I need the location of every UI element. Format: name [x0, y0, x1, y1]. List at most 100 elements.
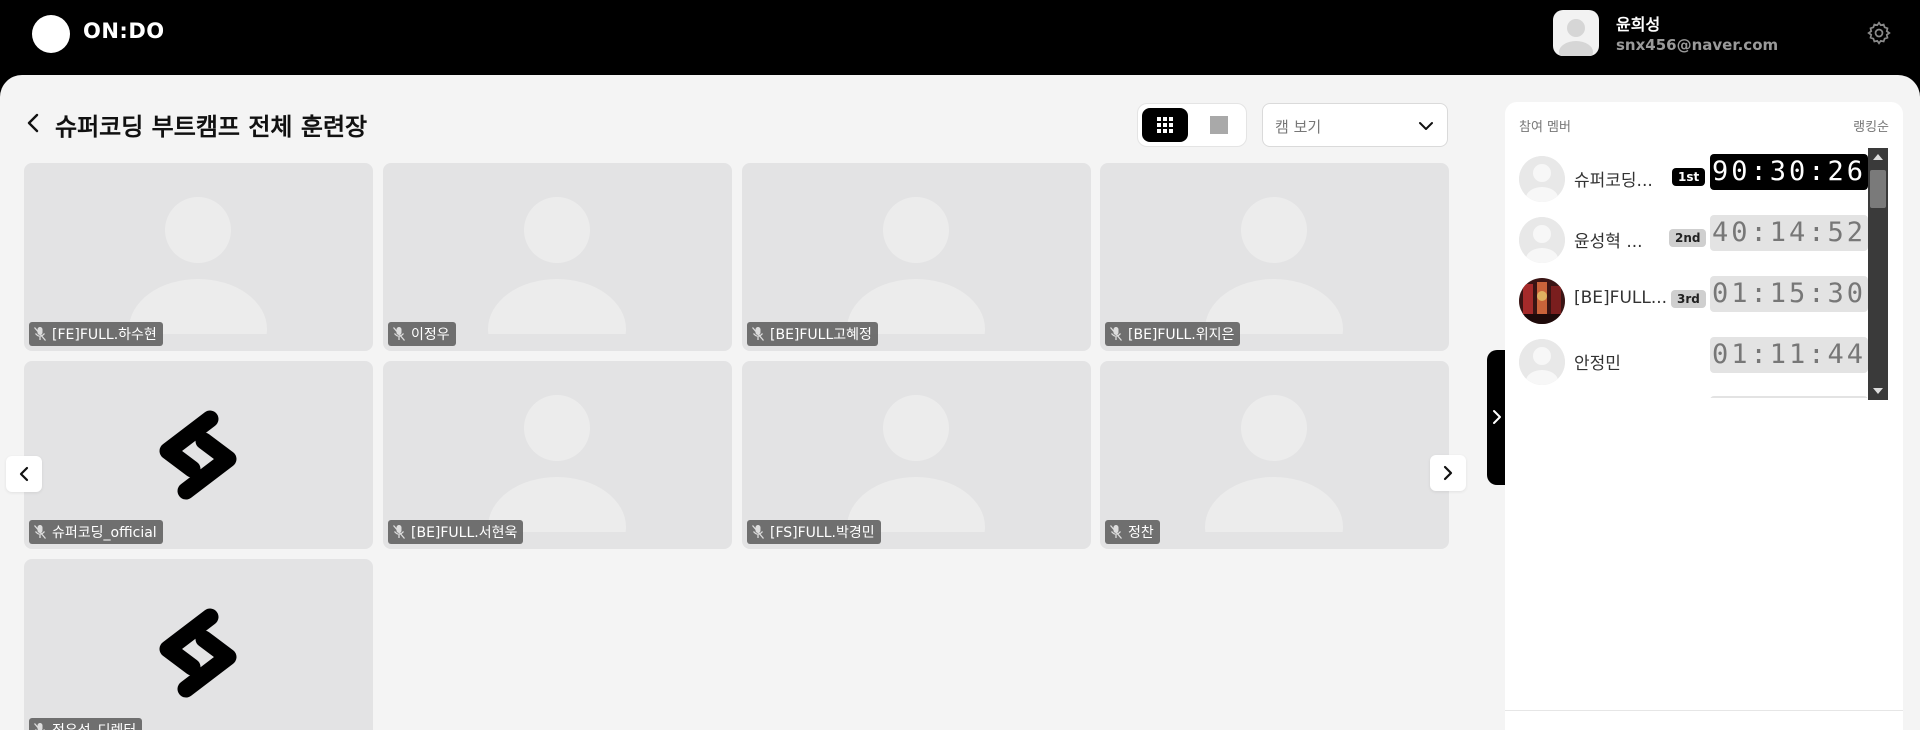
ranking-scrollbar[interactable] [1868, 148, 1888, 400]
view-mode-select[interactable]: 캠 보기 [1262, 103, 1448, 147]
participant-name-tag: [BE]FULL.서현욱 [388, 520, 524, 544]
participant-name-tag: 정우성_디렉터 [29, 718, 143, 730]
ranking-row[interactable]: 윤성혁 ... 2nd 40:14:52 [1505, 207, 1888, 268]
participant-name-tag: [BE]FULL.위지은 [1105, 322, 1241, 346]
participant-name: 이정우 [411, 327, 450, 343]
participant-name: 정우성_디렉터 [52, 720, 136, 730]
ranking-row[interactable]: [BE]FULL... 3rd 01:15:30 [1505, 268, 1888, 329]
ranking-panel: 참여 멤버 랭킹순 슈퍼코딩... 1st 90:30:26 윤성혁 ... 2nd 40… [1505, 102, 1903, 730]
mic-off-icon [34, 525, 46, 539]
participant-name: [BE]FULL.위지은 [1128, 327, 1235, 343]
member-name: 윤성혁 ... [1574, 232, 1643, 252]
ranking-list: 슈퍼코딩... 1st 90:30:26 윤성혁 ... 2nd 40:14:52 [BE]… [1505, 146, 1888, 398]
single-view-button[interactable] [1196, 108, 1242, 142]
settings-gear-icon[interactable] [1866, 20, 1892, 46]
default-avatar-icon [488, 197, 626, 334]
back-chevron-icon[interactable] [22, 111, 46, 135]
next-page-button[interactable] [1430, 455, 1466, 491]
participant-name: [BE]FULL고혜정 [770, 327, 872, 343]
top-header: ON:DO 윤희성 snx456@naver.com [0, 0, 1920, 75]
default-avatar-icon [847, 197, 985, 334]
member-avatar [1519, 156, 1565, 202]
scroll-down-arrow-icon[interactable] [1873, 388, 1883, 394]
rank-badge: 1st [1672, 168, 1706, 186]
member-name: [BE]FULL... [1574, 288, 1668, 308]
logo-icon [32, 15, 70, 53]
participant-tile[interactable]: [FE]FULL.하수현 [24, 163, 373, 351]
default-avatar-icon [129, 197, 267, 334]
participant-tile[interactable]: 정우성_디렉터 [24, 559, 373, 730]
panel-divider [1505, 710, 1903, 711]
participant-tile[interactable]: [BE]FULL.서현욱 [383, 361, 732, 549]
panel-collapse-button[interactable] [1487, 350, 1507, 485]
ranking-row[interactable]: 슈퍼코딩... 1st 90:30:26 [1505, 146, 1888, 207]
study-time-display: 40:14:52 [1710, 215, 1868, 251]
mic-off-icon [1110, 327, 1122, 341]
default-avatar-icon [1205, 197, 1343, 334]
member-avatar [1519, 339, 1565, 385]
member-name: 안정민 [1574, 354, 1621, 374]
default-avatar-icon [1519, 339, 1565, 385]
participant-name-tag: 슈퍼코딩_official [29, 520, 163, 544]
participant-name-tag: 정찬 [1105, 520, 1160, 544]
participant-name-tag: [FE]FULL.하수현 [29, 322, 163, 346]
mic-off-icon [34, 327, 46, 341]
participant-name: [BE]FULL.서현욱 [411, 525, 518, 541]
user-avatar[interactable] [1553, 10, 1599, 56]
square-icon [1210, 116, 1228, 134]
participant-name-tag: 이정우 [388, 322, 456, 346]
prev-page-button[interactable] [6, 456, 42, 492]
ranking-row-partial [1505, 390, 1888, 398]
ranking-row[interactable]: 안정민 01:11:44 [1505, 329, 1888, 390]
participant-tile[interactable]: [BE]FULL.위지은 [1100, 163, 1449, 351]
grid-icon [1157, 117, 1173, 133]
default-avatar-icon [1205, 395, 1343, 532]
mic-off-icon [752, 525, 764, 539]
participant-tile[interactable]: 정찬 [1100, 361, 1449, 549]
default-avatar-icon [1519, 156, 1565, 202]
member-name: 슈퍼코딩... [1574, 171, 1653, 191]
participant-tile[interactable]: 이정우 [383, 163, 732, 351]
mic-off-icon [393, 525, 405, 539]
chevron-left-icon [19, 466, 29, 482]
mic-off-icon [1110, 525, 1122, 539]
study-time-display: 01:15:30 [1710, 276, 1868, 312]
default-avatar-icon [847, 395, 985, 532]
participant-tile[interactable]: 슈퍼코딩_official [24, 361, 373, 549]
study-time-display: 90:30:26 [1710, 154, 1868, 190]
view-mode-selected: 캠 보기 [1275, 118, 1322, 136]
brand-logo-icon [159, 608, 237, 698]
participant-name: 정찬 [1128, 525, 1154, 541]
grid-view-button[interactable] [1142, 108, 1188, 142]
scroll-up-arrow-icon[interactable] [1873, 154, 1883, 160]
participant-name: [FE]FULL.하수현 [52, 327, 157, 343]
default-avatar-icon [488, 395, 626, 532]
participant-tile[interactable]: [BE]FULL고혜정 [742, 163, 1091, 351]
sort-ranking-link[interactable]: 랭킹순 [1853, 116, 1889, 135]
rank-badge: 3rd [1671, 290, 1706, 308]
mic-off-icon [752, 327, 764, 341]
participant-name-tag: [BE]FULL고혜정 [747, 322, 878, 346]
profile-photo-icon [1519, 278, 1565, 324]
participant-name-tag: [FS]FULL.박경민 [747, 520, 881, 544]
member-avatar [1519, 217, 1565, 263]
rank-badge: 2nd [1669, 229, 1707, 247]
app-logo-text: ON:DO [83, 19, 165, 43]
member-avatar [1519, 278, 1565, 324]
user-email: snx456@naver.com [1616, 36, 1779, 54]
participant-name: [FS]FULL.박경민 [770, 525, 875, 541]
chevron-down-icon [1419, 122, 1433, 130]
mic-off-icon [393, 327, 405, 341]
brand-logo-icon [159, 410, 237, 500]
scroll-thumb[interactable] [1870, 170, 1886, 208]
chevron-right-icon [1443, 465, 1453, 481]
participant-tile[interactable]: [FS]FULL.박경민 [742, 361, 1091, 549]
study-time-display [1710, 396, 1868, 398]
members-heading: 참여 멤버 [1519, 120, 1571, 135]
page-title: 슈퍼코딩 부트캠프 전체 훈련장 [55, 113, 368, 141]
user-name: 윤희성 [1616, 15, 1661, 34]
study-time-display: 01:11:44 [1710, 337, 1868, 373]
participant-name: 슈퍼코딩_official [52, 525, 157, 541]
default-avatar-icon [1519, 217, 1565, 263]
view-toggle [1137, 103, 1247, 147]
